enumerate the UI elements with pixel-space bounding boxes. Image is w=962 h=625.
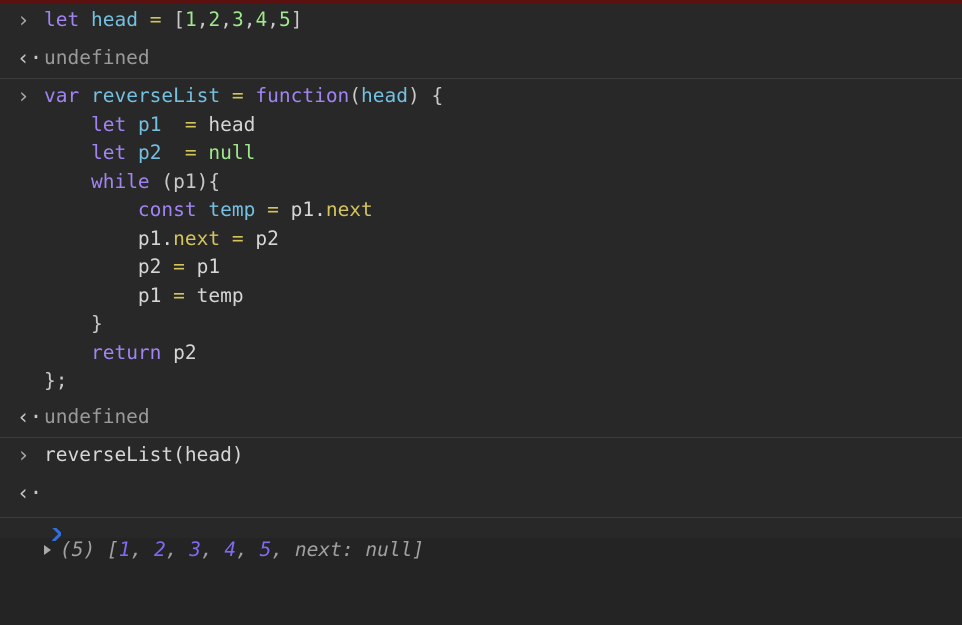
token-keyword: let: [91, 141, 126, 164]
console-input-row[interactable]: reverseList(head): [0, 437, 962, 476]
array-extra-key: next:: [295, 536, 365, 565]
console-input-row[interactable]: let head = [1,2,3,4,5]: [0, 3, 962, 41]
result-return-arrow-icon: [0, 403, 44, 434]
token-operator: =: [150, 8, 162, 31]
input-prompt-arrow-icon: [0, 82, 44, 113]
console-live-prompt-row[interactable]: [0, 517, 962, 538]
token-keyword: while: [91, 170, 150, 193]
token-number: 3: [232, 8, 244, 31]
token-null: null: [208, 141, 255, 164]
result-return-arrow-icon: [0, 479, 44, 510]
array-item-0[interactable]: 1: [119, 536, 131, 565]
array-item-1[interactable]: 2: [154, 536, 166, 565]
array-item-3[interactable]: 4: [224, 536, 236, 565]
token-punct: }: [91, 312, 103, 335]
console-input-code: let head = [1,2,3,4,5]: [44, 6, 962, 35]
token-number: 1: [185, 8, 197, 31]
console-object-result-row[interactable]: (5) [1, 2, 3, 4, 5, next: null]: [0, 476, 962, 625]
array-separator: ,: [201, 536, 224, 565]
console-result-value: undefined: [44, 403, 962, 432]
token-punct: [: [173, 8, 185, 31]
console-input-code: reverseList(head): [44, 441, 962, 470]
token-punct: ,: [267, 8, 279, 31]
live-prompt-chevron-icon: [48, 528, 61, 541]
console-result-row[interactable]: undefined: [0, 41, 962, 79]
token-keyword: const: [138, 198, 197, 221]
array-item-2[interactable]: 3: [189, 536, 201, 565]
token-keyword: let: [91, 113, 126, 136]
token-operator: =: [232, 84, 244, 107]
token-identifier: p1: [138, 113, 161, 136]
array-length-label: (5): [60, 536, 107, 565]
token-identifier: reverseList: [91, 84, 220, 107]
token-operator: =: [173, 284, 185, 307]
token-operator: =: [185, 141, 197, 164]
array-extra-value[interactable]: null: [365, 536, 412, 565]
token-punct: ,: [197, 8, 209, 31]
token-number: 5: [279, 8, 291, 31]
token-identifier: p2: [138, 141, 161, 164]
console-result-value: undefined: [44, 44, 962, 73]
console-input-row[interactable]: var reverseList = function(head) { let p…: [0, 78, 962, 400]
token-operator: =: [173, 255, 185, 278]
token-operator: =: [232, 227, 244, 250]
array-preview[interactable]: (5) [1, 2, 3, 4, 5, next: null]: [44, 536, 954, 565]
result-return-arrow-icon: [0, 44, 44, 75]
input-prompt-arrow-icon: [0, 6, 44, 37]
token-operator: =: [185, 113, 197, 136]
token-punct: (p1){: [161, 170, 220, 193]
token-identifier: head: [91, 8, 138, 31]
token-punct: ,: [244, 8, 256, 31]
disclosure-triangle-icon[interactable]: [44, 545, 51, 555]
token-property: next: [173, 227, 220, 250]
token-operator: =: [267, 198, 279, 221]
token-number: 4: [255, 8, 267, 31]
token-punct: ,: [220, 8, 232, 31]
token-call-expression: reverseList(head): [44, 443, 244, 466]
token-punct: ) {: [408, 84, 443, 107]
console-object-preview[interactable]: (5) [1, 2, 3, 4, 5, next: null]: [44, 479, 962, 622]
input-prompt-arrow-icon: [0, 441, 44, 472]
array-separator: ,: [130, 536, 153, 565]
token-property: next: [326, 198, 373, 221]
token-keyword: let: [44, 8, 79, 31]
token-number: 2: [208, 8, 220, 31]
array-open-bracket: [: [107, 536, 119, 565]
token-identifier: head: [361, 84, 408, 107]
token-punct: ]: [291, 8, 303, 31]
console-result-row[interactable]: undefined: [0, 400, 962, 438]
array-separator: ,: [236, 536, 259, 565]
console-input-code-block: var reverseList = function(head) { let p…: [44, 82, 962, 396]
token-punct: (: [349, 84, 361, 107]
token-keyword: var: [44, 84, 79, 107]
token-keyword: function: [255, 84, 349, 107]
token-identifier: temp: [208, 198, 255, 221]
token-punct: };: [44, 369, 67, 392]
array-item-4[interactable]: 5: [260, 536, 272, 565]
token-keyword: return: [91, 341, 161, 364]
array-separator: ,: [271, 536, 294, 565]
array-separator: ,: [166, 536, 189, 565]
array-close-bracket: ]: [412, 536, 424, 565]
javascript-console-panel[interactable]: let head = [1,2,3,4,5] undefined var rev…: [0, 0, 962, 538]
